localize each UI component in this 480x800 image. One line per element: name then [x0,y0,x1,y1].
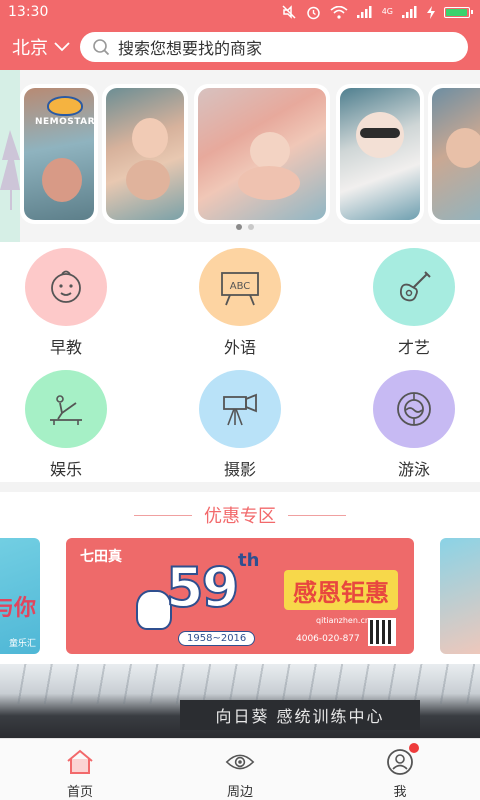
category-entertainment[interactable]: 娱乐 [6,364,126,480]
svg-text:ABC: ABC [230,281,251,292]
search-input[interactable]: 搜索您想要找的商家 [80,32,468,62]
swim-ring-icon [373,370,455,448]
banner-photo: NEMOSTAR [20,84,98,224]
gymnast-icon [25,370,107,448]
deal-card-prev-text: 与你 [0,596,36,621]
status-icons: 4G [281,5,473,20]
category-label: 外语 [223,338,256,357]
category-early-education[interactable]: 早教 [6,242,126,358]
city-name: 北京 [12,38,48,59]
carousel-dot-active[interactable] [236,224,242,230]
banner-photo [102,84,188,224]
tab-me[interactable]: 我 [340,739,460,800]
deal-card-prev[interactable]: 与你 童乐汇 [0,538,40,654]
deal-card-main[interactable]: 七田真 59 th 1958~2016 感恩钜惠 qitianzhen.cn 4… [66,538,414,654]
carousel-dot[interactable] [248,224,254,230]
qr-code-image [368,618,396,646]
charging-icon [427,5,435,19]
category-grid: 早教 ABC 外语 才艺 娱乐 摄影 游泳 [0,242,480,482]
category-label: 游泳 [397,460,430,479]
user-icon [385,743,419,777]
category-label: 娱乐 [49,460,82,479]
deal-brand: 七田真 [80,549,122,565]
banner-decoration [0,70,20,242]
abc-board-icon: ABC [199,248,281,326]
title-line-right [288,514,346,516]
eye-icon [225,747,255,777]
battery-level [446,8,467,16]
title-line-left [134,514,192,516]
tab-label: 首页 [66,785,93,800]
store-promo-image[interactable]: 向日葵 感统训练中心 [0,664,480,738]
deal-anniversary-number: 59 [165,555,240,620]
category-photography[interactable]: 摄影 [180,364,300,480]
search-placeholder: 搜索您想要找的商家 [118,39,263,58]
deal-anniversary-suffix: th [238,550,260,571]
ceiling-structure [0,664,480,704]
deal-headline: 感恩钜惠 [284,570,398,610]
category-swimming[interactable]: 游泳 [354,364,474,480]
tab-label: 周边 [226,785,253,800]
guitar-icon [373,248,455,326]
home-icon [65,747,95,777]
camera-icon [199,370,281,448]
deal-phone: 4006-020-877 [296,634,360,644]
chevron-down-icon [54,42,70,52]
bottom-tab-bar: 首页 周边 我 [0,738,480,800]
battery-icon [444,6,473,18]
status-time: 13:30 [8,4,49,20]
category-label: 才艺 [397,338,430,357]
section-divider [0,482,480,492]
category-arts[interactable]: 才艺 [354,242,474,358]
deal-card-prev-brand: 童乐汇 [8,639,36,649]
deal-years: 1958~2016 [178,631,256,646]
wifi-icon [330,5,348,19]
search-header: 北京 搜索您想要找的商家 [0,24,480,70]
network-type-label: 4G [381,7,393,16]
banner-photo [336,84,424,224]
banner-carousel[interactable]: NEMOSTAR [0,70,480,242]
banner-photo [194,84,330,224]
deal-card-next[interactable] [440,538,480,654]
nemostar-logo: NEMOSTAR [30,96,94,127]
deals-carousel[interactable]: 与你 童乐汇 七田真 59 th 1958~2016 感恩钜惠 qitianzh… [0,536,480,656]
signal-icon [356,6,372,18]
signal-4g-icon [402,6,417,18]
notification-badge [409,743,419,753]
tab-label: 我 [393,785,407,800]
store-sign: 向日葵 感统训练中心 [180,700,420,730]
tab-nearby[interactable]: 周边 [180,739,300,800]
status-bar: 13:30 4G [0,0,480,24]
category-foreign-language[interactable]: ABC 外语 [180,242,300,358]
nemostar-logo-text: NEMOSTAR [34,117,94,127]
deal-url: qitianzhen.cn [316,616,370,625]
banner-photo [428,84,480,224]
alarm-icon [306,6,320,19]
mute-icon [282,5,296,19]
category-label: 早教 [49,338,82,357]
city-selector[interactable]: 北京 [0,34,78,60]
category-label: 摄影 [223,460,256,479]
baby-face-icon [25,248,107,326]
carousel-indicator [236,224,254,230]
tab-home[interactable]: 首页 [20,739,140,800]
deals-title: 优惠专区 [204,506,276,527]
deals-section-header: 优惠专区 [0,498,480,532]
search-icon [93,39,110,56]
